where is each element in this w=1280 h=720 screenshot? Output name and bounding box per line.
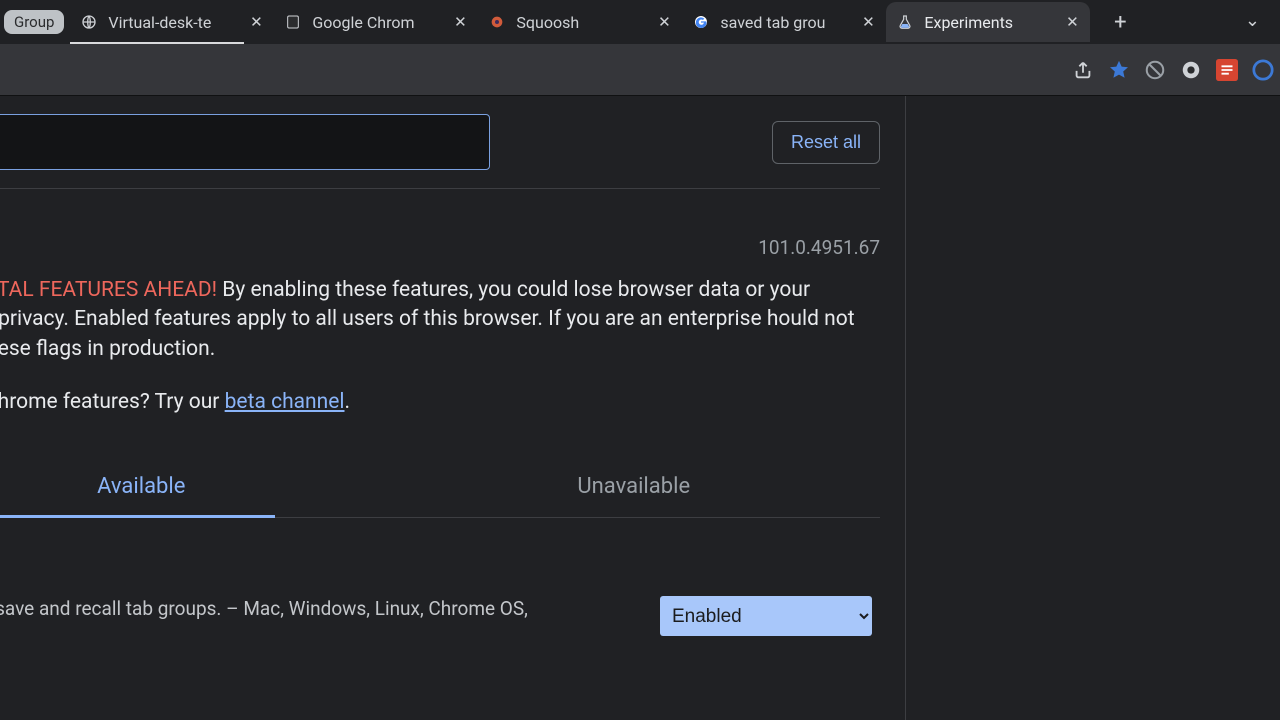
flag-state-select[interactable]: Enabled xyxy=(660,596,872,636)
google-icon xyxy=(692,13,710,31)
tab-strip: Group Virtual-desk-te ✕ Google Chrom ✕ S… xyxy=(0,0,1280,44)
tab-title: Virtual-desk-te xyxy=(108,13,242,32)
tab-title: Google Chrom xyxy=(312,13,446,32)
search-row: Reset all xyxy=(0,96,880,189)
browser-tab[interactable]: Squoosh ✕ xyxy=(478,2,682,42)
flags-search-input[interactable] xyxy=(0,114,490,170)
beta-channel-link[interactable]: beta channel xyxy=(225,390,345,414)
tab-group-chip[interactable]: Group xyxy=(4,10,64,34)
new-tab-button[interactable]: + xyxy=(1104,6,1136,38)
extension-circle-icon[interactable] xyxy=(1252,59,1274,81)
warning-text: XPERIMENTAL FEATURES AHEAD! By enabling … xyxy=(0,276,880,364)
beta-prefix: cool new Chrome features? Try our xyxy=(0,390,225,414)
tab-overflow-icon[interactable]: ⌄ xyxy=(1245,10,1260,31)
browser-tab[interactable]: saved tab grou ✕ xyxy=(682,2,886,42)
page-content: Reset all nents 101.0.4951.67 XPERIMENTA… xyxy=(0,96,1280,720)
circle-icon[interactable] xyxy=(1180,59,1202,81)
share-icon[interactable] xyxy=(1072,59,1094,81)
beta-line: cool new Chrome features? Try our beta c… xyxy=(0,390,880,414)
flag-hash-link[interactable]: save xyxy=(0,654,535,677)
browser-tab[interactable]: Google Chrom ✕ xyxy=(274,2,478,42)
squoosh-icon xyxy=(488,13,506,31)
flask-icon xyxy=(896,13,914,31)
close-tab-icon[interactable]: ✕ xyxy=(248,14,264,30)
warning-lead: XPERIMENTAL FEATURES AHEAD! xyxy=(0,278,217,302)
vertical-divider xyxy=(905,96,906,720)
browser-tab[interactable]: Virtual-desk-te ✕ xyxy=(70,2,274,42)
star-filled-icon[interactable] xyxy=(1108,59,1130,81)
close-tab-icon[interactable]: ✕ xyxy=(860,14,876,30)
no-sign-icon[interactable] xyxy=(1144,59,1166,81)
tab-title: saved tab grou xyxy=(720,13,854,32)
close-tab-icon[interactable]: ✕ xyxy=(656,14,672,30)
beta-suffix: . xyxy=(345,390,351,414)
browser-tab[interactable]: Experiments ✕ xyxy=(886,2,1090,42)
tab-title: Experiments xyxy=(924,13,1058,32)
globe-icon xyxy=(80,13,98,31)
extension-red-icon[interactable] xyxy=(1216,59,1238,81)
browser-toolbar xyxy=(0,44,1280,96)
chrome-version: 101.0.4951.67 xyxy=(758,236,880,259)
flag-description: to explicitly save and recall tab groups… xyxy=(0,597,535,620)
flag-row: ave to explicitly save and recall tab gr… xyxy=(0,518,880,677)
tab-available[interactable]: Available xyxy=(0,456,388,517)
close-tab-icon[interactable]: ✕ xyxy=(452,14,468,30)
page-icon xyxy=(284,13,302,31)
tab-unavailable[interactable]: Unavailable xyxy=(388,456,881,517)
flags-tab-bar: Available Unavailable xyxy=(0,456,880,518)
tab-title: Squoosh xyxy=(516,13,650,32)
reset-all-button[interactable]: Reset all xyxy=(772,121,880,164)
close-tab-icon[interactable]: ✕ xyxy=(1064,14,1080,30)
flag-title: ave xyxy=(0,568,535,591)
